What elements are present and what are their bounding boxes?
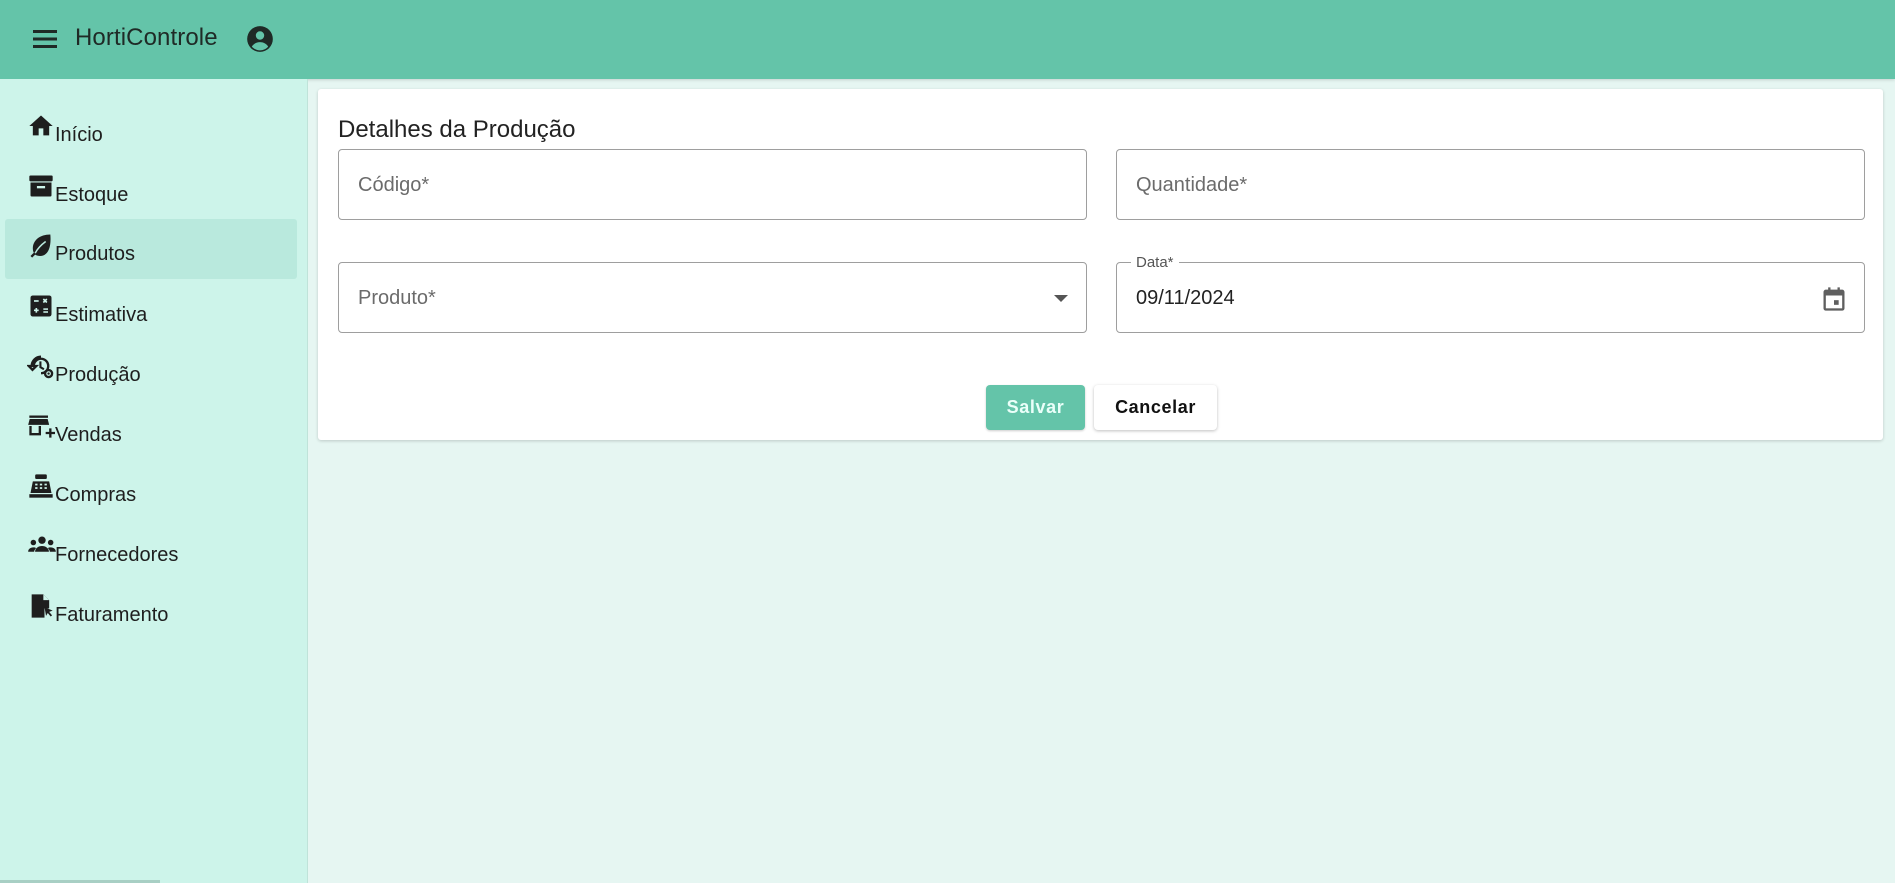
sidebar-item-producao[interactable]: Produção xyxy=(5,340,297,400)
save-button[interactable]: Salvar xyxy=(986,385,1085,430)
produto-select[interactable]: Produto* xyxy=(338,262,1087,333)
data-field[interactable]: Data* 09/11/2024 xyxy=(1116,254,1865,333)
sidebar-item-compras[interactable]: Compras xyxy=(5,460,297,520)
leaf-icon xyxy=(27,231,55,259)
produto-placeholder: Produto* xyxy=(358,287,436,309)
home-icon xyxy=(27,112,55,140)
sidebar-item-fornecedores[interactable]: Fornecedores xyxy=(5,520,297,580)
sidebar-item-inicio[interactable]: Início xyxy=(5,100,297,160)
archive-icon xyxy=(27,172,55,200)
sidebar-item-produtos[interactable]: Produtos xyxy=(5,219,297,279)
sidebar-item-vendas[interactable]: Vendas xyxy=(5,400,297,460)
app-title: HortiControle xyxy=(75,24,218,51)
quantidade-placeholder: Quantidade* xyxy=(1136,174,1248,196)
calculator-icon xyxy=(27,292,55,320)
store-plus-icon xyxy=(27,412,55,440)
sidebar-item-label: Vendas xyxy=(55,424,122,446)
sidebar-item-estimativa[interactable]: Estimativa xyxy=(5,280,297,340)
sidebar-item-estoque[interactable]: Estoque xyxy=(5,160,297,220)
people-icon xyxy=(27,532,56,560)
sidebar-item-label: Estimativa xyxy=(55,304,148,326)
sidebar-item-faturamento[interactable]: Faturamento xyxy=(5,580,297,640)
sidebar-item-label: Compras xyxy=(55,484,137,506)
calendar-icon[interactable] xyxy=(1820,285,1848,313)
sidebar-item-label: Produtos xyxy=(55,243,136,265)
codigo-placeholder: Código* xyxy=(358,174,430,196)
account-circle-icon[interactable] xyxy=(246,25,274,53)
cash-register-icon xyxy=(27,472,55,500)
sidebar-item-label: Faturamento xyxy=(55,604,169,626)
page-title: Detalhes da Produção xyxy=(338,116,576,143)
top-app-bar: HortiControle xyxy=(0,0,1895,79)
file-cursor-icon xyxy=(27,592,55,620)
chevron-down-icon[interactable] xyxy=(1054,295,1068,302)
codigo-field[interactable]: Código* xyxy=(338,149,1087,220)
sidebar: Início Estoque Produtos Estimativa Produ… xyxy=(0,79,308,883)
hamburger-menu-icon[interactable] xyxy=(32,28,58,50)
sidebar-item-label: Início xyxy=(55,124,103,146)
data-label: Data* xyxy=(1131,254,1179,271)
sidebar-item-label: Fornecedores xyxy=(55,544,179,566)
cancel-button[interactable]: Cancelar xyxy=(1094,385,1217,430)
quantidade-field[interactable]: Quantidade* xyxy=(1116,149,1865,220)
history-gear-icon xyxy=(25,352,55,380)
production-details-card: Detalhes da Produção Código* Quantidade*… xyxy=(318,89,1883,440)
sidebar-item-label: Estoque xyxy=(55,184,129,206)
sidebar-item-label: Produção xyxy=(55,364,141,386)
data-value: 09/11/2024 xyxy=(1136,287,1235,309)
